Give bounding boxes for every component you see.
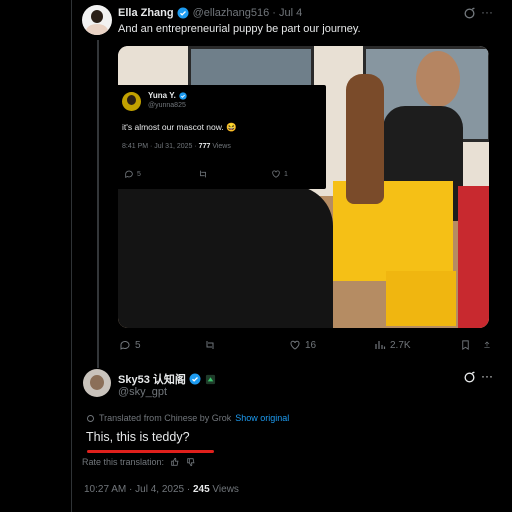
translated-label: Translated from Chinese by Grok (99, 413, 232, 423)
repost-icon (206, 341, 214, 349)
reply-header: Sky53 认知阁 (118, 371, 216, 387)
grok-icon[interactable] (463, 7, 476, 20)
reply-author-handle[interactable]: @sky_gpt (118, 386, 167, 398)
views-count: 2.7K (390, 339, 411, 351)
show-original-link[interactable]: Show original (235, 413, 289, 423)
photo-person (118, 186, 333, 328)
grok-icon[interactable] (463, 371, 476, 384)
author-name[interactable]: Ella Zhang (118, 7, 174, 19)
quote-author-handle[interactable]: @yunna825 (148, 102, 186, 109)
reply-count: 5 (135, 339, 141, 351)
reply-text: This, this is teddy? (86, 430, 190, 444)
bookmark-icon (462, 340, 469, 350)
verified-badge-icon (177, 7, 189, 19)
affiliate-badge-icon (205, 374, 215, 384)
quote-time[interactable]: 8:41 PM · Jul 31, 2025 · (122, 143, 197, 150)
reply-author-name[interactable]: Sky53 认知阁 (118, 371, 186, 387)
quote-views-count: 777 (198, 143, 211, 150)
share-icon (484, 341, 490, 348)
quoted-tweet[interactable]: Yuna Y. @yunna825 it's almost our mascot… (114, 85, 326, 189)
bookmark-button[interactable] (460, 339, 471, 351)
avatar[interactable] (82, 5, 112, 35)
views-button[interactable]: 2.7K (374, 339, 411, 351)
quote-like-count: 1 (284, 170, 288, 178)
avatar[interactable] (83, 369, 111, 397)
photo-man-head (416, 51, 460, 107)
like-button[interactable]: 16 (289, 339, 316, 351)
tweet-header: Ella Zhang @ellazhang516 · Jul 4 (118, 7, 302, 19)
like-count: 16 (305, 339, 317, 351)
highlight-underline (87, 450, 214, 453)
verified-badge-icon (189, 373, 201, 385)
thumbs-down-icon[interactable] (186, 457, 196, 467)
verified-badge-icon (179, 91, 187, 100)
reply-timestamp: 10:27 AM · Jul 4, 2025 · 245 Views (84, 484, 239, 495)
grok-icon (87, 414, 94, 422)
avatar-shoulders (86, 24, 108, 35)
avatar-hair (91, 10, 103, 23)
quote-reply-count: 5 (137, 170, 141, 178)
tweet-date[interactable]: · Jul 4 (272, 7, 302, 19)
heart-icon (290, 340, 300, 350)
reply-icon (125, 170, 133, 179)
quote-author-name[interactable]: Yuna Y. (148, 91, 176, 100)
rate-label: Rate this translation: (82, 457, 165, 467)
tweet-text: And an entrepreneurial puppy be part our… (118, 23, 361, 35)
author-handle[interactable]: @ellazhang516 (193, 7, 270, 19)
more-options-icon[interactable]: ··· (481, 369, 493, 383)
quote-meta: 8:41 PM · Jul 31, 2025 · 777 Views (122, 143, 231, 150)
reply-views-label: Views (212, 484, 239, 495)
photo-yellow-bench (386, 271, 456, 326)
thread-line (97, 40, 99, 368)
quote-author: Yuna Y. (148, 91, 187, 100)
repost-button[interactable] (204, 339, 216, 351)
quote-reply-button[interactable]: 5 (124, 169, 141, 179)
rate-translation: Rate this translation: (82, 457, 196, 467)
analytics-icon (375, 341, 386, 349)
more-options-icon[interactable]: ··· (481, 5, 493, 19)
reply-icon (120, 340, 130, 350)
column-border (71, 0, 72, 512)
avatar[interactable] (122, 92, 141, 111)
share-button[interactable] (483, 339, 491, 351)
photo-dog (346, 74, 384, 204)
quote-text: it's almost our mascot now. 😆 (122, 122, 237, 132)
thumbs-up-icon[interactable] (170, 457, 180, 467)
repost-icon (200, 170, 206, 178)
reply-time[interactable]: 10:27 AM · Jul 4, 2025 · (84, 484, 190, 495)
reply-views-count: 245 (192, 484, 210, 495)
heart-icon (272, 170, 280, 178)
quote-like-button[interactable]: 1 (271, 169, 288, 179)
quote-repost-button[interactable] (198, 169, 208, 179)
reply-button[interactable]: 5 (119, 339, 141, 351)
quote-views-label: Views (212, 143, 231, 150)
translation-notice: Translated from Chinese by Grok Show ori… (86, 413, 289, 423)
photo-person-red (458, 186, 489, 328)
